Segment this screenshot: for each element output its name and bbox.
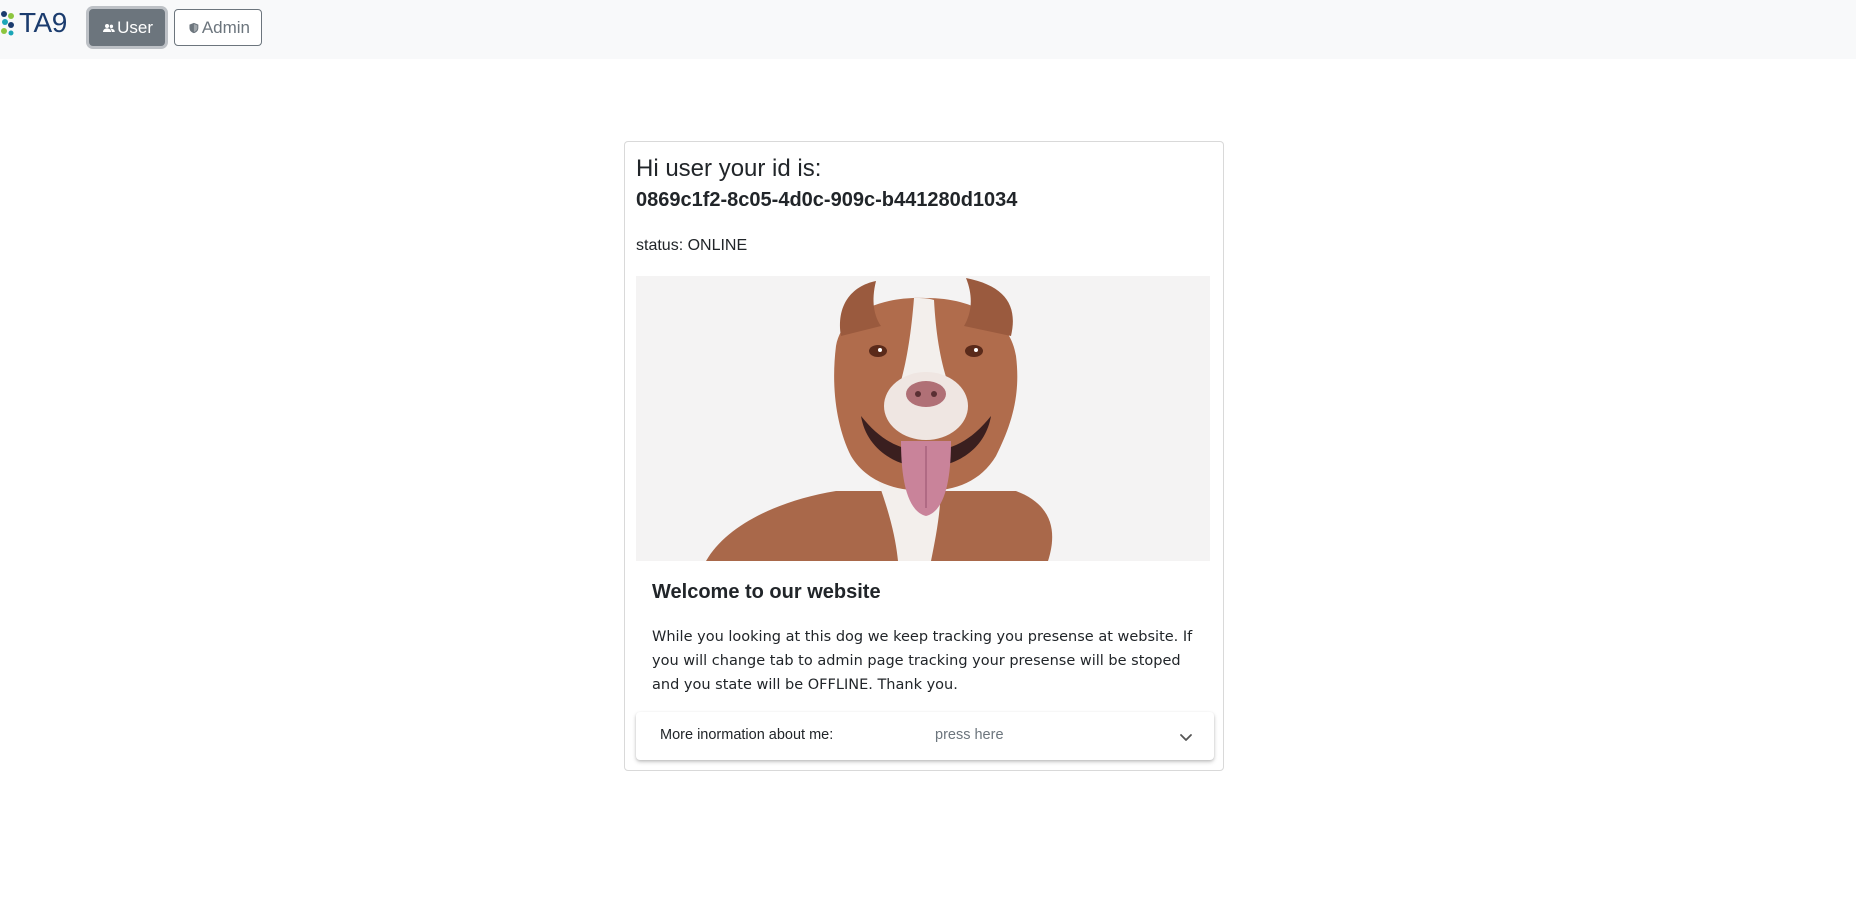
chevron-down-icon bbox=[1180, 734, 1192, 741]
user-button-label: User bbox=[117, 17, 153, 37]
user-card: Hi user your id is: 0869c1f2-8c05-4d0c-9… bbox=[624, 141, 1224, 771]
welcome-title: Welcome to our website bbox=[652, 581, 881, 603]
status-text: status: ONLINE bbox=[636, 237, 748, 254]
logo-mark-icon bbox=[1, 11, 14, 36]
shield-icon bbox=[189, 22, 199, 33]
more-info-expander[interactable]: More inormation about me: press here bbox=[636, 712, 1214, 760]
dog-image bbox=[636, 276, 1210, 561]
expander-label: More inormation about me: bbox=[660, 727, 834, 743]
dog-illustration bbox=[636, 276, 1210, 561]
greeting-heading: Hi user your id is: bbox=[636, 155, 822, 182]
welcome-text: While you looking at this dog we keep tr… bbox=[652, 629, 1193, 693]
user-id: 0869c1f2-8c05-4d0c-909c-b441280d1034 bbox=[636, 189, 1018, 211]
logo-text: TA9 bbox=[19, 7, 67, 38]
logo[interactable]: TA9 bbox=[0, 7, 67, 38]
navbar: TA9 User Admin bbox=[0, 0, 1856, 59]
user-button[interactable]: User bbox=[89, 9, 165, 46]
expander-hint: press here bbox=[935, 727, 1004, 743]
users-icon bbox=[103, 23, 115, 32]
admin-button-label: Admin bbox=[201, 17, 250, 37]
admin-button[interactable]: Admin bbox=[174, 9, 262, 46]
